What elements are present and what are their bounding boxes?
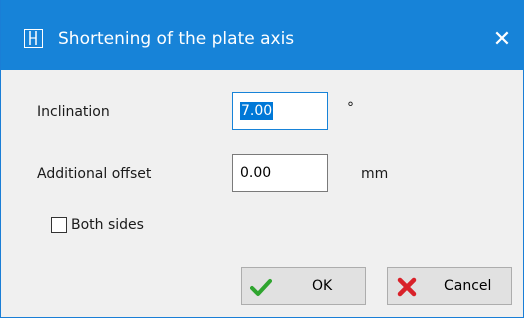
ok-button[interactable]: OK [241, 267, 366, 305]
additional-offset-input[interactable]: 0.00 [232, 154, 328, 192]
dialog-window: Shortening of the plate axis ✕ Inclinati… [0, 0, 524, 318]
additional-offset-unit: mm [361, 166, 389, 182]
additional-offset-label: Additional offset [37, 166, 152, 182]
both-sides-checkbox[interactable] [51, 217, 67, 233]
close-icon: ✕ [492, 27, 512, 52]
ok-button-label: OK [312, 278, 333, 294]
cancel-button[interactable]: Cancel [387, 267, 512, 305]
title-bar[interactable]: Shortening of the plate axis ✕ [1, 0, 524, 70]
additional-offset-value: 0.00 [240, 165, 272, 181]
cross-icon [396, 276, 418, 298]
close-button[interactable]: ✕ [479, 20, 524, 60]
cancel-button-label: Cancel [444, 278, 492, 294]
checkmark-icon [250, 276, 272, 298]
both-sides-label[interactable]: Both sides [71, 217, 144, 233]
inclination-label: Inclination [37, 104, 110, 120]
inclination-unit: ° [347, 100, 354, 116]
inclination-input[interactable]: 7.00 [232, 92, 328, 130]
inclination-value: 7.00 [240, 102, 274, 120]
window-title: Shortening of the plate axis [58, 29, 295, 49]
plate-axis-icon [24, 29, 43, 48]
